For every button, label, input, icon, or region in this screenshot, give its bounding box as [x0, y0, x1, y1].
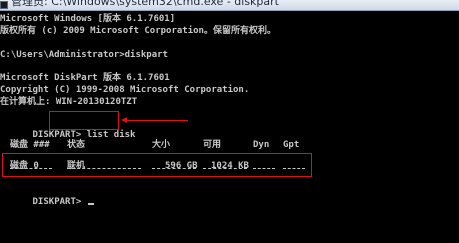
banner-line: 在计算机上: WIN-20130120TZT [0, 97, 138, 107]
annotation-arrow [126, 120, 188, 121]
prompt-text: DISKPART> [32, 197, 87, 207]
banner-line: Copyright (C) 1999-2008 Microsoft Corpor… [0, 85, 250, 95]
column-header: Dyn [253, 140, 270, 150]
prompt-line: DISKPART> [0, 184, 94, 207]
arrow-head-icon [121, 117, 127, 123]
cmd-window: 管理员: C:\Windows\system32\cmd.exe - diskp… [0, 0, 459, 243]
column-header: Gpt [283, 140, 300, 150]
title-bar[interactable]: 管理员: C:\Windows\system32\cmd.exe - diskp… [0, 0, 459, 11]
prompt-line: C:\Users\Administrator>diskpart [0, 50, 168, 60]
banner-line: Microsoft DiskPart 版本 6.1.7601 [0, 73, 170, 83]
window-title: 管理员: C:\Windows\system32\cmd.exe - diskp… [11, 0, 279, 8]
banner-line: 版权所有 (c) 2009 Microsoft Corporation。保留所有… [0, 26, 276, 36]
column-header: 状态 [67, 140, 86, 150]
text-cursor [87, 203, 94, 205]
cmd-icon [0, 1, 8, 9]
banner-line: Microsoft Windows [版本 6.1.7601] [0, 14, 176, 24]
table-header-row: 磁盘 ### 状态 大小 可用 Dyn Gpt [0, 139, 459, 151]
column-header: 磁盘 ### [10, 140, 50, 150]
command-highlight-box [49, 111, 119, 130]
disk-row-highlight-box [2, 153, 312, 177]
column-header: 大小 [152, 140, 171, 150]
column-header: 可用 [203, 140, 222, 150]
